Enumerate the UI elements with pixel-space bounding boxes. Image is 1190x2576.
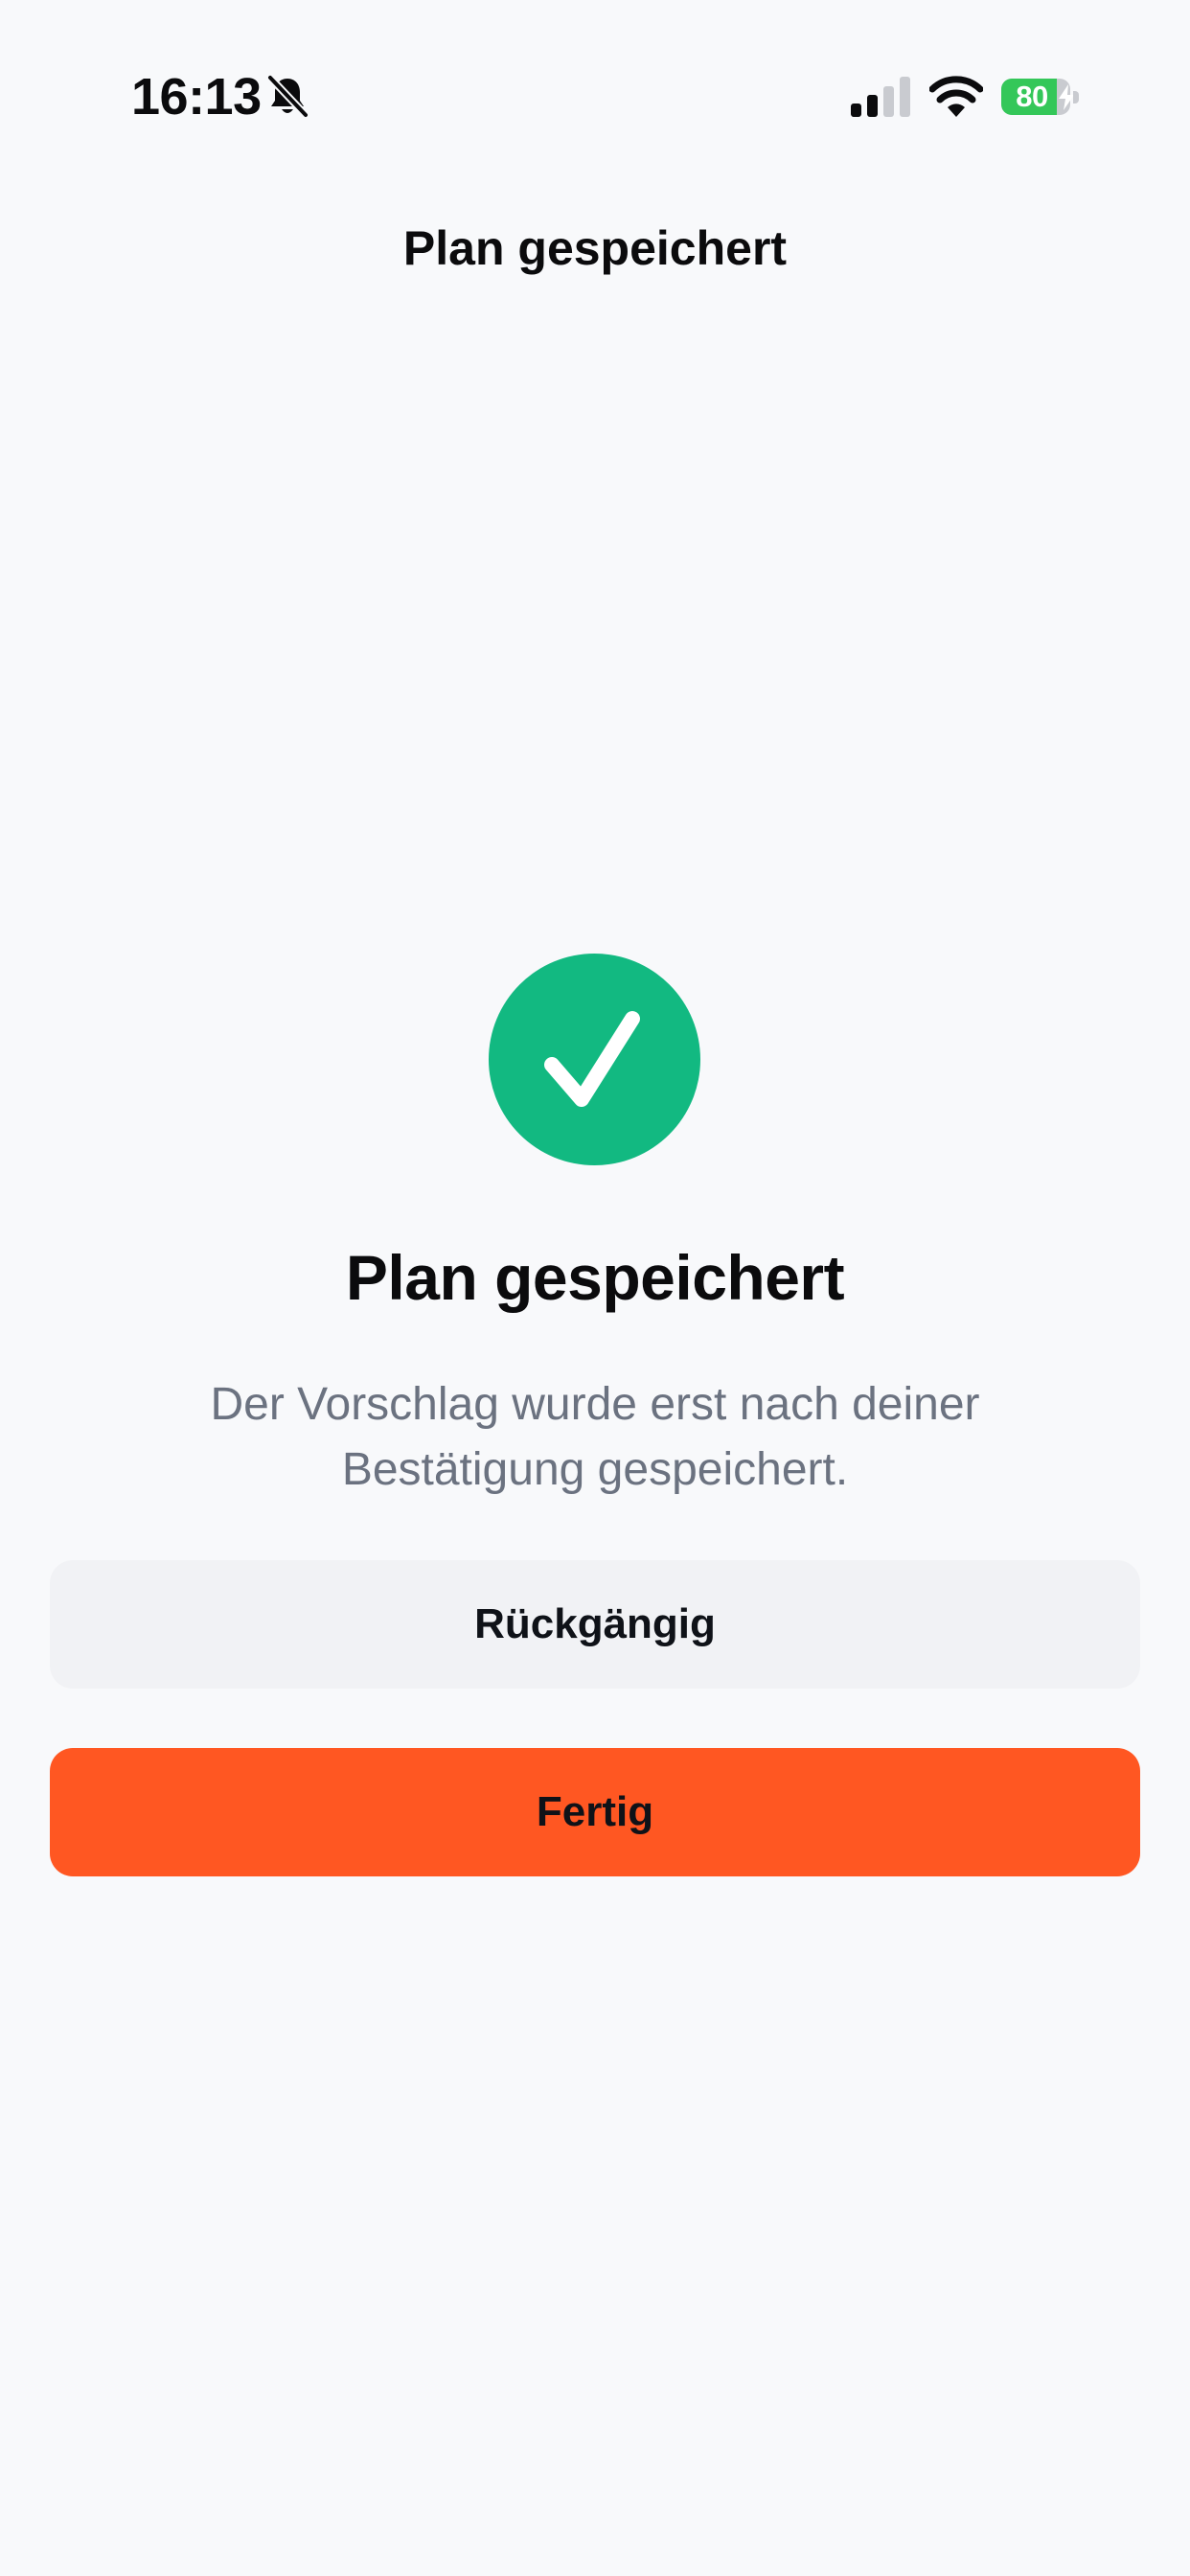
done-button[interactable]: Fertig [50, 1748, 1140, 1876]
bell-slash-icon [266, 75, 309, 119]
confirmation-message: Der Vorschlag wurde erst nach deiner Bes… [210, 1379, 980, 1495]
wifi-icon [929, 76, 983, 117]
cellular-signal-icon [851, 77, 910, 117]
status-bar: 16:13 80 [0, 0, 1190, 192]
checkmark-icon [544, 1011, 640, 1107]
status-time: 16:13 [131, 68, 262, 126]
battery-cap [1073, 91, 1079, 104]
battery-level: 80 [1016, 80, 1048, 113]
undo-button[interactable]: Rückgängig [50, 1560, 1140, 1689]
page-title: Plan gespeichert [402, 221, 788, 275]
confirmation-heading: Plan gespeichert [345, 1242, 845, 1313]
success-checkmark-icon [489, 954, 700, 1165]
battery-indicator: 80 [1001, 79, 1082, 115]
